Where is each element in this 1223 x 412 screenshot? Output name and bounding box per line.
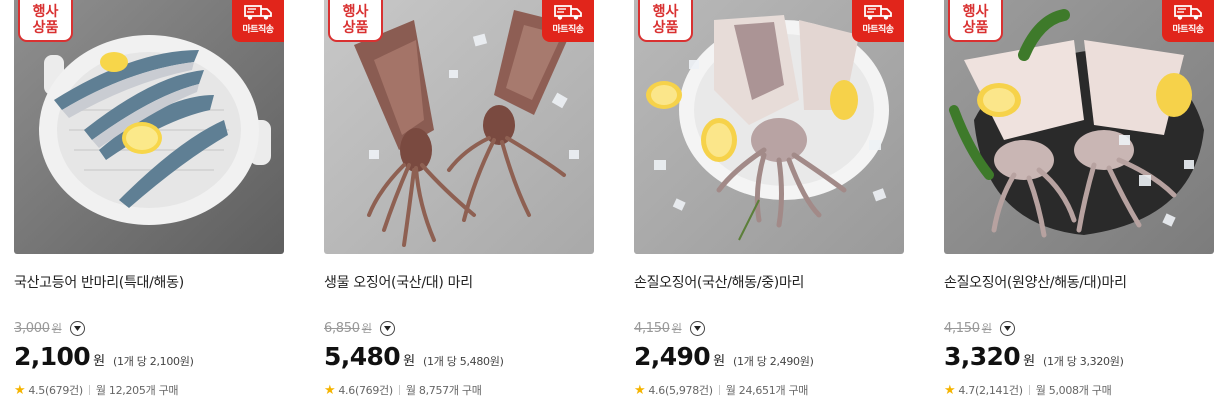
- divider: [398, 385, 400, 395]
- product-grid: 행사 상품 마트직송 국산고등어 반마리(특대/해동) 3,000 원 2,100…: [0, 0, 1223, 412]
- promo-tag: 행사 상품: [638, 0, 693, 42]
- delivery-badge: 마트직송: [852, 0, 904, 42]
- delivery-badge: 마트직송: [1162, 0, 1214, 42]
- rating-count[interactable]: 4.5(679건): [28, 382, 83, 398]
- divider: [88, 385, 90, 395]
- product-card[interactable]: 행사 상품 마트직송 손질오징어(국산/해동/중)마리 4,150 원 2,490…: [634, 0, 904, 412]
- original-price-row: 4,150 원: [634, 318, 705, 338]
- price-currency: 원: [93, 354, 106, 369]
- promo-tag: 행사 상품: [328, 0, 383, 42]
- unit-price: (1개 당 2,490원): [733, 355, 814, 368]
- price-info-button[interactable]: [999, 320, 1015, 336]
- sale-price-row: 5,480 원 (1개 당 5,480원): [324, 342, 504, 371]
- sale-price: 3,320: [944, 342, 1021, 371]
- rating-count[interactable]: 4.7(2,141건): [958, 382, 1023, 398]
- original-price-row: 4,150 원: [944, 318, 1015, 338]
- price-currency: 원: [713, 354, 726, 369]
- rating-count[interactable]: 4.6(769건): [338, 382, 393, 398]
- star-icon: ★: [324, 382, 336, 398]
- original-price: 4,150 원: [944, 321, 992, 336]
- sale-price-row: 2,490 원 (1개 당 2,490원): [634, 342, 814, 371]
- product-image[interactable]: 행사 상품 마트직송: [324, 0, 594, 254]
- chevron-down-icon: [1003, 325, 1011, 331]
- divider: [718, 385, 720, 395]
- review-meta: ★ 4.6(769건) 월 8,757개 구매: [324, 382, 482, 398]
- original-price: 4,150 원: [634, 321, 682, 336]
- product-title[interactable]: 생물 오징어(국산/대) 마리: [324, 272, 594, 292]
- divider: [1028, 385, 1030, 395]
- rating-count[interactable]: 4.6(5,978건): [648, 382, 713, 398]
- sale-price: 2,490: [634, 342, 711, 371]
- product-card[interactable]: 행사 상품 마트직송 생물 오징어(국산/대) 마리 6,850 원 5,480 …: [324, 0, 594, 412]
- product-image[interactable]: 행사 상품 마트직송: [634, 0, 904, 254]
- star-icon: ★: [944, 382, 956, 398]
- price-currency: 원: [403, 354, 416, 369]
- delivery-badge: 마트직송: [232, 0, 284, 42]
- star-icon: ★: [634, 382, 646, 398]
- chevron-down-icon: [383, 325, 391, 331]
- unit-price: (1개 당 3,320원): [1043, 355, 1124, 368]
- delivery-badge-label: 마트직송: [1172, 25, 1204, 35]
- sale-price-row: 2,100 원 (1개 당 2,100원): [14, 342, 194, 371]
- truck-icon: [1173, 3, 1203, 21]
- price-info-button[interactable]: [69, 320, 85, 336]
- delivery-badge-label: 마트직송: [242, 25, 274, 35]
- delivery-badge: 마트직송: [542, 0, 594, 42]
- promo-tag: 행사 상품: [948, 0, 1003, 42]
- monthly-sales: 월 12,205개 구매: [95, 384, 179, 397]
- price-currency: 원: [1023, 354, 1036, 369]
- chevron-down-icon: [693, 325, 701, 331]
- product-card[interactable]: 행사 상품 마트직송 국산고등어 반마리(특대/해동) 3,000 원 2,100…: [14, 0, 284, 412]
- monthly-sales: 월 5,008개 구매: [1035, 384, 1112, 397]
- unit-price: (1개 당 2,100원): [113, 355, 194, 368]
- product-image[interactable]: 행사 상품 마트직송: [14, 0, 284, 254]
- product-title[interactable]: 손질오징어(원양산/해동/대)마리: [944, 272, 1214, 292]
- truck-icon: [863, 3, 893, 21]
- original-price-row: 3,000 원: [14, 318, 85, 338]
- review-meta: ★ 4.7(2,141건) 월 5,008개 구매: [944, 382, 1112, 398]
- original-price-row: 6,850 원: [324, 318, 395, 338]
- sale-price-row: 3,320 원 (1개 당 3,320원): [944, 342, 1124, 371]
- truck-icon: [553, 3, 583, 21]
- original-price: 6,850 원: [324, 321, 372, 336]
- original-price: 3,000 원: [14, 321, 62, 336]
- star-icon: ★: [14, 382, 26, 398]
- product-title[interactable]: 손질오징어(국산/해동/중)마리: [634, 272, 904, 292]
- sale-price: 2,100: [14, 342, 91, 371]
- review-meta: ★ 4.6(5,978건) 월 24,651개 구매: [634, 382, 808, 398]
- product-image[interactable]: 행사 상품 마트직송: [944, 0, 1214, 254]
- review-meta: ★ 4.5(679건) 월 12,205개 구매: [14, 382, 179, 398]
- delivery-badge-label: 마트직송: [552, 25, 584, 35]
- product-card[interactable]: 행사 상품 마트직송 손질오징어(원양산/해동/대)마리 4,150 원 3,32…: [944, 0, 1214, 412]
- unit-price: (1개 당 5,480원): [423, 355, 504, 368]
- price-info-button[interactable]: [689, 320, 705, 336]
- sale-price: 5,480: [324, 342, 401, 371]
- monthly-sales: 월 8,757개 구매: [405, 384, 482, 397]
- promo-tag: 행사 상품: [18, 0, 73, 42]
- delivery-badge-label: 마트직송: [862, 25, 894, 35]
- product-title[interactable]: 국산고등어 반마리(특대/해동): [14, 272, 284, 292]
- chevron-down-icon: [73, 325, 81, 331]
- truck-icon: [243, 3, 273, 21]
- price-info-button[interactable]: [379, 320, 395, 336]
- monthly-sales: 월 24,651개 구매: [725, 384, 809, 397]
